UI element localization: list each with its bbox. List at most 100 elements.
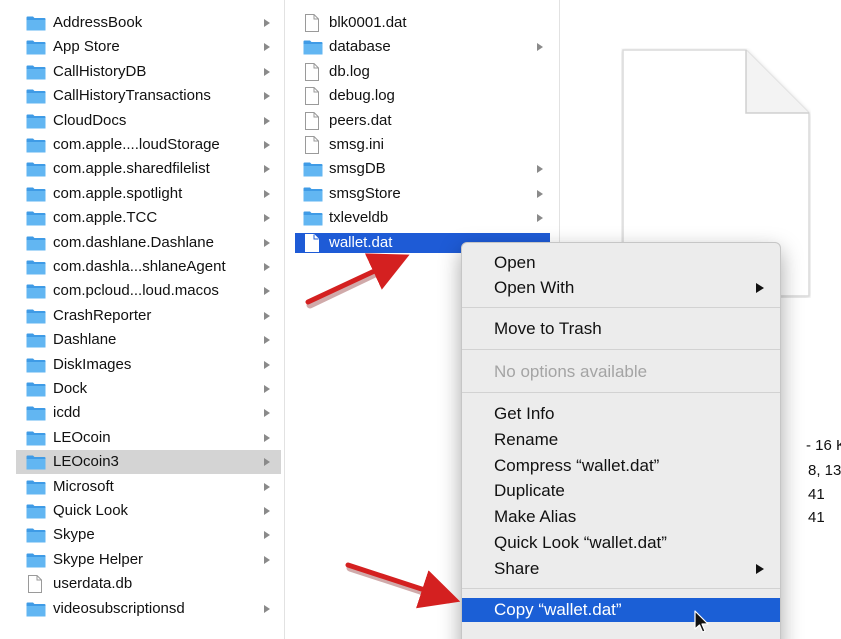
folder-row[interactable]: DiskImages <box>16 353 281 377</box>
item-label: LEOcoin3 <box>53 453 119 471</box>
folder-row[interactable]: AddressBook <box>16 11 281 35</box>
item-label: com.dashlane.Dashlane <box>53 233 214 251</box>
folder-row[interactable]: smsgStore <box>292 182 554 206</box>
chevron-right-icon <box>264 604 270 613</box>
chevron-right-icon <box>264 43 270 52</box>
item-label: icdd <box>53 404 81 422</box>
folder-row[interactable]: com.apple....loudStorage <box>16 133 281 157</box>
column-divider[interactable] <box>284 0 285 639</box>
folder-row[interactable]: CallHistoryDB <box>16 60 281 84</box>
folder-row[interactable]: com.apple.sharedfilelist <box>16 157 281 181</box>
folder-row[interactable]: Microsoft <box>16 475 281 499</box>
folder-icon <box>26 16 46 31</box>
folder-icon <box>303 40 323 55</box>
menu-item-duplicate[interactable]: Duplicate <box>462 479 780 503</box>
item-label: App Store <box>53 38 120 56</box>
folder-row[interactable]: txleveldb <box>292 206 554 230</box>
item-label: smsgDB <box>329 160 386 178</box>
document-icon <box>28 575 42 594</box>
menu-item-label: Compress “wallet.dat” <box>494 456 660 475</box>
item-label: wallet.dat <box>329 233 393 251</box>
folder-icon <box>26 114 46 129</box>
folder-row[interactable]: App Store <box>16 35 281 59</box>
folder-row[interactable]: Skype Helper <box>16 548 281 572</box>
item-label: com.pcloud...loud.macos <box>53 282 219 300</box>
file-row[interactable]: userdata.db <box>16 572 281 596</box>
menu-item-open-with[interactable]: Open With <box>462 276 780 300</box>
menu-item-make-alias[interactable]: Make Alias <box>462 505 780 529</box>
folder-row[interactable]: com.apple.spotlight <box>16 182 281 206</box>
menu-item-move-to-trash[interactable]: Move to Trash <box>462 317 780 341</box>
menu-item-rename[interactable]: Rename <box>462 428 780 452</box>
folder-row[interactable]: com.dashlane.Dashlane <box>16 231 281 255</box>
preview-date-3: 41 <box>808 509 825 526</box>
chevron-right-icon <box>264 141 270 149</box>
chevron-right-icon <box>264 287 270 296</box>
folder-row[interactable]: CloudDocs <box>16 109 281 133</box>
item-label: LEOcoin <box>53 428 111 446</box>
menu-item-open[interactable]: Open <box>462 251 780 275</box>
document-icon <box>305 233 319 252</box>
folder-row[interactable]: smsgDB <box>292 157 554 181</box>
folder-icon <box>26 602 46 617</box>
item-label: CallHistoryDB <box>53 62 147 80</box>
folder-icon <box>26 284 46 299</box>
folder-row[interactable]: Quick Look <box>16 499 281 523</box>
document-icon <box>305 62 319 81</box>
menu-item-get-info[interactable]: Get Info <box>462 402 780 426</box>
file-row[interactable]: debug.log <box>292 84 554 108</box>
menu-item-label: Quick Look “wallet.dat” <box>494 533 667 552</box>
item-label: Dashlane <box>53 331 117 349</box>
item-label: videosubscriptionsd <box>53 599 185 617</box>
folder-row[interactable]: com.apple.TCC <box>16 206 281 230</box>
chevron-right-icon <box>264 336 270 345</box>
item-label: Quick Look <box>53 502 129 519</box>
chevron-right-icon <box>264 458 270 467</box>
item-label: AddressBook <box>53 14 143 31</box>
item-label: com.apple.TCC <box>53 209 158 227</box>
item-label: Dock <box>53 380 88 397</box>
chevron-right-icon <box>264 311 270 320</box>
folder-row[interactable]: com.pcloud...loud.macos <box>16 279 281 303</box>
folder-row[interactable]: icdd <box>16 401 281 425</box>
folder-row[interactable]: videosubscriptionsd <box>16 597 281 621</box>
folder-icon <box>26 260 46 275</box>
menu-item-compress[interactable]: Compress “wallet.dat” <box>462 454 780 478</box>
folder-row[interactable]: Dashlane <box>16 328 281 352</box>
chevron-right-icon <box>537 214 543 223</box>
folder-icon <box>26 358 46 373</box>
item-label: CloudDocs <box>53 111 127 129</box>
folder-row[interactable]: CallHistoryTransactions <box>16 84 281 108</box>
folder-icon <box>26 162 46 177</box>
folder-row[interactable]: com.dashla...shlaneAgent <box>16 255 281 279</box>
submenu-arrow-icon <box>756 564 764 574</box>
folder-row[interactable]: database <box>292 35 554 59</box>
menu-item-quick-look[interactable]: Quick Look “wallet.dat” <box>462 531 780 555</box>
file-row[interactable]: peers.dat <box>292 109 554 133</box>
folder-row[interactable]: Dock <box>16 377 281 401</box>
folder-icon <box>303 187 323 202</box>
chevron-right-icon <box>264 165 270 174</box>
preview-size: - 16 KB <box>806 437 841 454</box>
item-label: database <box>329 38 391 56</box>
menu-item-copy[interactable]: Copy “wallet.dat” <box>462 598 780 622</box>
chevron-right-icon <box>537 189 543 198</box>
item-label: smsgStore <box>329 184 401 202</box>
folder-row[interactable]: LEOcoin <box>16 426 281 450</box>
item-label: com.dashla...shlaneAgent <box>53 258 226 275</box>
folder-icon <box>26 455 46 470</box>
chevron-right-icon <box>537 165 543 174</box>
file-row[interactable]: db.log <box>292 60 554 84</box>
folder-row[interactable]: LEOcoin3 <box>16 450 281 475</box>
menu-item-label: Duplicate <box>494 481 565 500</box>
menu-separator <box>462 307 780 308</box>
folder-icon <box>26 65 46 80</box>
folder-row[interactable]: Skype <box>16 523 281 547</box>
chevron-right-icon <box>264 507 270 515</box>
file-row[interactable]: smsg.ini <box>292 133 554 157</box>
menu-item-share[interactable]: Share <box>462 557 780 581</box>
folder-row[interactable]: CrashReporter <box>16 304 281 328</box>
document-icon <box>305 136 319 154</box>
item-label: userdata.db <box>53 575 133 593</box>
file-row[interactable]: blk0001.dat <box>292 11 554 35</box>
